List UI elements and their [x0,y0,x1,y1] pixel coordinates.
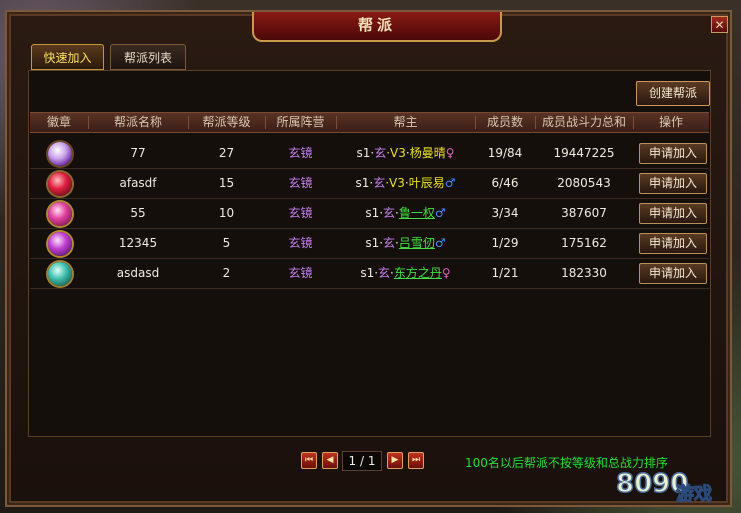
table-row: 77 27 玄镜 s1·玄·V3·杨曼晴♀ 19/84 19447225 申请加… [30,139,709,169]
total-power: 182330 [561,266,607,280]
white-purple-gem-icon [48,142,72,166]
leader-camp: 玄 [373,176,386,190]
apply-join-button[interactable]: 申请加入 [639,173,707,194]
guild-camp: 玄镜 [288,266,313,280]
guild-camp: 玄镜 [288,236,313,250]
guild-camp: 玄镜 [288,176,313,190]
table-row: 12345 5 玄镜 s1·玄·吕雪仞♂ 1/29 175162 申请加入 [30,229,709,259]
leader-name[interactable]: 东方之丹 [394,266,442,280]
member-count: 3/34 [491,206,519,220]
last-page-button[interactable]: ⏭ [408,452,424,469]
create-guild-button[interactable]: 创建帮派 [636,81,710,106]
apply-join-button[interactable]: 申请加入 [639,203,707,224]
leader-camp: 玄 [378,266,391,280]
gender-male-icon: ♂ [434,236,446,250]
header-badge: 徽章 [46,115,71,129]
window-titlebar: 帮派 [252,12,502,42]
guild-leader: s1·玄·鲁一权♂ [365,206,446,220]
total-power: 175162 [561,236,607,250]
guild-level: 15 [218,176,235,190]
guild-leader: s1·玄·吕雪仞♂ [365,236,446,250]
guild-name: 12345 [118,236,158,250]
leader-camp: 玄 [383,206,396,220]
gender-male-icon: ♂ [444,176,456,190]
apply-join-button[interactable]: 申请加入 [639,143,707,164]
prev-page-button[interactable]: ◀ [322,452,338,469]
guild-camp: 玄镜 [288,206,313,220]
leader-server: s1· [365,236,384,250]
guild-level: 27 [218,146,235,160]
table-row: asdasd 2 玄镜 s1·玄·东方之丹♀ 1/21 182330 申请加入 [30,259,709,289]
guild-level: 10 [218,206,235,220]
guild-name: afasdf [119,176,157,190]
table-row: afasdf 15 玄镜 s1·玄·V3·叶辰易♂ 6/46 2080543 申… [30,169,709,199]
apply-join-button[interactable]: 申请加入 [639,233,707,254]
member-count: 19/84 [487,146,523,160]
total-power: 387607 [561,206,607,220]
guild-level: 2 [222,266,231,280]
magenta-gem-icon [48,232,72,256]
table-row: 55 10 玄镜 s1·玄·鲁一权♂ 3/34 387607 申请加入 [30,199,709,229]
prev-page-icon[interactable]: ◀ [327,455,334,465]
leader-server: s1· [355,176,374,190]
header-guild-name: 帮派名称 [113,115,162,129]
next-page-button[interactable]: ▶ [387,452,403,469]
red-gem-icon [48,172,72,196]
leader-server: s1· [356,146,375,160]
leader-vip: ·V3 [385,176,405,190]
leader-camp: 玄 [383,236,396,250]
first-page-button[interactable]: ⏮ [301,452,317,469]
leader-server: s1· [365,206,384,220]
total-power: 2080543 [557,176,611,190]
tab-quick-join[interactable]: 快速加入 [31,44,104,70]
header-leader: 帮主 [393,115,418,129]
guild-name: asdasd [116,266,160,280]
member-count: 1/29 [491,236,519,250]
member-count: 1/21 [491,266,519,280]
header-action: 操作 [658,115,683,129]
page-indicator: 1 / 1 [342,451,382,471]
header-members: 成员数 [486,115,523,129]
leader-name[interactable]: 杨曼晴 [410,146,446,160]
leader-name[interactable]: 叶辰易 [409,176,445,190]
guild-name: 77 [130,146,146,160]
guild-name: 55 [130,206,146,220]
pink-gem-icon [48,202,72,226]
gender-female-icon: ♀ [445,146,455,160]
last-page-icon[interactable]: ⏭ [412,455,420,465]
guild-level: 5 [222,236,231,250]
total-power: 19447225 [553,146,615,160]
apply-join-button[interactable]: 申请加入 [639,263,707,284]
header-total-power: 成员战斗力总和 [541,115,626,129]
guild-camp: 玄镜 [288,146,313,160]
close-button[interactable]: ✕ [711,16,728,33]
guild-leader: s1·玄·V3·杨曼晴♀ [356,146,455,160]
leader-name[interactable]: 吕雪仞 [399,236,435,250]
leader-name[interactable]: 鲁一权 [399,206,435,220]
leader-camp: 玄 [374,146,387,160]
first-page-icon[interactable]: ⏮ [305,455,313,465]
leader-server: s1· [360,266,379,280]
member-count: 6/46 [491,176,519,190]
next-page-icon[interactable]: ▶ [392,455,399,465]
guild-leader: s1·玄·东方之丹♀ [360,266,451,280]
table-header: 徽章 帮派名称 帮派等级 所属阵营 帮主 成员数 成员战斗力总和 操作 [30,112,709,133]
header-camp: 所属阵营 [276,115,325,129]
gender-female-icon: ♀ [441,266,451,280]
guild-leader: s1·玄·V3·叶辰易♂ [355,176,456,190]
gender-male-icon: ♂ [434,206,446,220]
svg-text:游戏: 游戏 [676,483,712,505]
teal-gem-icon [48,262,72,286]
close-icon[interactable]: ✕ [714,18,724,32]
tab-guild-list[interactable]: 帮派列表 [110,44,186,70]
header-guild-level: 帮派等级 [202,115,251,129]
leader-vip: ·V3 [386,146,406,160]
window-title: 帮派 [357,16,396,34]
watermark-logo: 8090 游戏 [615,468,712,505]
